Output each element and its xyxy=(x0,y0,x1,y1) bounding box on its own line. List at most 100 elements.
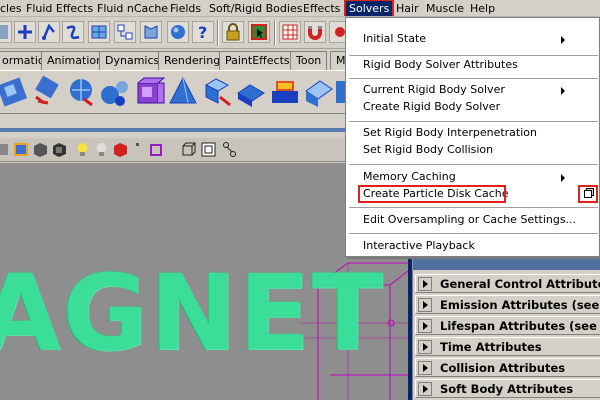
menu-item-initial-state[interactable]: Initial State xyxy=(347,30,599,48)
menu-item-label: Initial State xyxy=(363,32,427,45)
section-general-control[interactable]: General Control Attributes xyxy=(415,274,600,293)
menu-item-create-rigid-body-solver[interactable]: Create Rigid Body Solver xyxy=(347,98,599,116)
svg-text:?: ? xyxy=(198,23,207,42)
section-collision[interactable]: Collision Attributes xyxy=(415,358,600,377)
curve-snap-icon[interactable] xyxy=(62,21,84,43)
tab-rendering[interactable]: Rendering xyxy=(158,51,227,70)
section-label: Emission Attributes (see also xyxy=(440,298,600,312)
attribute-editor: General Control Attributes Emission Attr… xyxy=(412,270,600,400)
select-mode-icon[interactable] xyxy=(0,21,12,43)
hierarchy-icon[interactable] xyxy=(114,21,136,43)
expand-arrow-icon[interactable] xyxy=(418,298,432,312)
menu-muscle[interactable]: Muscle xyxy=(422,0,468,16)
menu-item-label: Create Particle Disk Cache xyxy=(363,187,509,200)
menu-item-label: Edit Oversampling or Cache Settings... xyxy=(363,213,577,226)
status-line-toolbar: ? xyxy=(0,17,351,49)
menu-item-label: Current Rigid Body Solver xyxy=(363,83,505,96)
magnet-grid-icon[interactable] xyxy=(279,21,301,43)
menu-fluid-effects[interactable]: Fluid Effects xyxy=(22,0,97,16)
menu-item-create-particle-disk-cache[interactable]: Create Particle Disk Cache xyxy=(358,185,509,203)
shaded-cube-icon[interactable] xyxy=(32,141,49,158)
light-bulb-icon[interactable] xyxy=(74,141,91,158)
option-box-icon[interactable] xyxy=(578,185,598,203)
emitter-icon[interactable] xyxy=(0,75,30,109)
wire-cube-icon[interactable] xyxy=(180,141,197,158)
panel-toolbar xyxy=(0,138,345,162)
hinge-constraint-icon[interactable] xyxy=(302,75,336,109)
section-label: Collision Attributes xyxy=(440,361,566,375)
passive-rigid-icon[interactable] xyxy=(234,75,268,109)
active-rigid-icon[interactable] xyxy=(200,75,234,109)
menu-item-rigid-body-solver-attributes[interactable]: Rigid Body Solver Attributes xyxy=(347,56,599,74)
timeline-strip xyxy=(0,114,345,136)
menu-item-edit-oversampling[interactable]: Edit Oversampling or Cache Settings... xyxy=(347,211,599,229)
soft-body-cube-icon[interactable] xyxy=(132,75,166,109)
section-emission[interactable]: Emission Attributes (see also xyxy=(415,295,600,314)
wireframe-shade-icon[interactable] xyxy=(0,141,11,158)
menu-fluid-ncache[interactable]: Fluid nCache xyxy=(93,0,172,16)
create-emitter-icon[interactable] xyxy=(30,75,64,109)
tab-dynamics[interactable]: Dynamics xyxy=(99,51,166,70)
particle-magnet-text: AGNET xyxy=(0,252,385,374)
grid-frame-icon[interactable] xyxy=(200,141,217,158)
smooth-shade-icon[interactable] xyxy=(13,141,30,158)
section-label: Soft Body Attributes xyxy=(440,382,574,396)
menu-separator xyxy=(349,121,598,122)
section-label: Time Attributes xyxy=(440,340,542,354)
rigid-body-cone-icon[interactable] xyxy=(166,75,200,109)
solvers-dropdown-menu: Initial State Rigid Body Solver Attribut… xyxy=(345,17,600,257)
submenu-arrow-icon xyxy=(561,174,565,182)
component-mode-icon[interactable] xyxy=(140,21,162,43)
bounding-box-icon[interactable] xyxy=(148,141,165,158)
shadow-cube-icon[interactable] xyxy=(112,141,129,158)
expand-arrow-icon[interactable] xyxy=(418,319,432,333)
menu-item-label: Create Rigid Body Solver xyxy=(363,100,501,113)
section-time[interactable]: Time Attributes xyxy=(415,337,600,356)
menu-separator xyxy=(349,233,598,234)
menubar: cles Fluid Effects Fluid nCache Fields S… xyxy=(0,0,600,17)
tab-painteffects[interactable]: PaintEffects xyxy=(219,51,296,70)
section-label: Lifespan Attributes (see also xyxy=(440,319,600,333)
menu-separator xyxy=(349,164,598,165)
emit-from-object-icon[interactable] xyxy=(64,75,98,109)
menu-help[interactable]: Help xyxy=(466,0,499,16)
magnet-curve-icon[interactable] xyxy=(304,21,326,43)
menu-soft-rigid-bodies[interactable]: Soft/Rigid Bodies xyxy=(205,0,306,16)
expand-arrow-icon[interactable] xyxy=(418,361,432,375)
select-highlight-icon[interactable] xyxy=(248,21,270,43)
particle-collision-icon[interactable] xyxy=(98,75,132,109)
menu-solvers[interactable]: Solvers xyxy=(343,0,395,16)
submenu-arrow-icon xyxy=(561,36,565,44)
xray-joints-icon[interactable] xyxy=(221,141,238,158)
nail-constraint-icon[interactable] xyxy=(268,75,302,109)
textured-cube-icon[interactable] xyxy=(51,141,68,158)
menu-hair[interactable]: Hair xyxy=(392,0,423,16)
section-soft-body[interactable]: Soft Body Attributes xyxy=(415,379,600,398)
menu-effects[interactable]: Effects xyxy=(299,0,344,16)
sphere-icon[interactable] xyxy=(167,21,189,43)
menu-item-label: Set Rigid Body Collision xyxy=(363,143,494,156)
help-icon[interactable]: ? xyxy=(192,21,214,43)
menu-item-label: Set Rigid Body Interpenetration xyxy=(363,126,537,139)
shelf-icons xyxy=(0,70,350,114)
submenu-arrow-icon xyxy=(561,87,565,95)
menu-item-set-rigid-body-interpenetration[interactable]: Set Rigid Body Interpenetration xyxy=(347,124,599,142)
expand-arrow-icon[interactable] xyxy=(418,277,432,291)
menu-item-current-rigid-body-solver[interactable]: Current Rigid Body Solver xyxy=(347,81,599,99)
menu-item-set-rigid-body-collision[interactable]: Set Rigid Body Collision xyxy=(347,141,599,159)
expand-arrow-icon[interactable] xyxy=(418,382,432,396)
section-label: General Control Attributes xyxy=(440,277,600,291)
lock-icon[interactable] xyxy=(222,21,244,43)
section-lifespan[interactable]: Lifespan Attributes (see also xyxy=(415,316,600,335)
menu-item-memory-caching[interactable]: Memory Caching xyxy=(347,168,599,186)
separator xyxy=(274,20,276,46)
lasso-hierarchy-icon[interactable] xyxy=(38,21,60,43)
menu-item-interactive-playback[interactable]: Interactive Playback xyxy=(347,237,599,255)
grid-snap-icon[interactable] xyxy=(88,21,110,43)
menu-fields[interactable]: Fields xyxy=(166,0,205,16)
move-plus-icon[interactable] xyxy=(14,21,36,43)
menu-item-label: Interactive Playback xyxy=(363,239,475,252)
tab-toon[interactable]: Toon xyxy=(290,51,328,70)
lights-icon[interactable] xyxy=(93,141,110,158)
expand-arrow-icon[interactable] xyxy=(418,340,432,354)
